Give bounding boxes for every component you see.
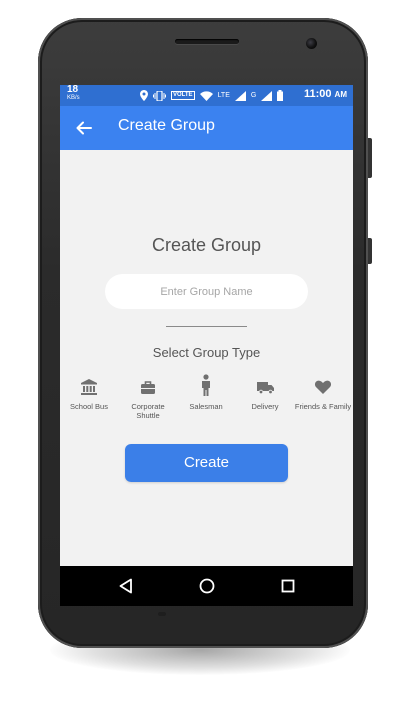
truck-icon	[256, 382, 274, 395]
group-type-label: School Bus	[70, 402, 108, 411]
briefcase-icon	[141, 381, 155, 394]
network-speed-unit: KB/s	[67, 95, 80, 101]
volte-badge: VOLTE	[171, 91, 195, 100]
page-heading: Create Group	[151, 235, 262, 255]
g-label: G	[250, 92, 257, 99]
clock-time: 11:00	[303, 88, 332, 100]
nav-bar	[60, 566, 353, 606]
signal-icon	[234, 90, 246, 101]
clock-ampm: AM	[334, 90, 347, 99]
heart-icon	[314, 380, 332, 394]
group-type-label: Friends & Family	[294, 402, 352, 411]
back-triangle-icon[interactable]	[116, 576, 136, 596]
person-icon	[202, 374, 210, 396]
status-icons: VOLTE LTE G	[140, 89, 284, 102]
signal-icon-2	[261, 90, 273, 101]
group-type-school-bus[interactable]: School Bus	[60, 378, 118, 411]
front-camera	[306, 38, 317, 49]
battery-icon	[277, 90, 284, 101]
vibrate-icon	[153, 90, 166, 101]
group-type-heading: Select Group Type	[152, 345, 261, 360]
app-bar-title: Create Group	[118, 117, 215, 134]
lte-label: LTE	[217, 92, 230, 99]
group-name-input[interactable]	[105, 274, 308, 309]
clock: 11:00 AM	[304, 88, 347, 100]
group-type-delivery[interactable]: Delivery	[236, 378, 294, 411]
earpiece-speaker	[175, 39, 239, 44]
bank-icon	[81, 379, 97, 395]
wifi-icon	[199, 90, 213, 101]
app-bar: Create Group	[60, 106, 353, 150]
recents-square-icon[interactable]	[278, 576, 298, 596]
network-speed-value: 18	[67, 85, 79, 95]
home-circle-icon[interactable]	[197, 576, 217, 596]
back-arrow-icon[interactable]	[74, 118, 94, 138]
power-button	[368, 238, 372, 264]
location-icon	[140, 90, 148, 101]
group-type-label: Delivery	[251, 402, 279, 411]
network-speed: 18 KB/s	[67, 85, 80, 102]
group-type-label: Salesman	[189, 402, 223, 411]
divider	[166, 326, 247, 327]
group-type-label: Corporate Shuttle	[131, 402, 165, 420]
group-type-salesman[interactable]: Salesman	[177, 374, 235, 411]
group-type-corporate-shuttle[interactable]: Corporate Shuttle	[119, 378, 177, 420]
status-bar: 18 KB/s VOLTE LTE G 11:00 AM	[60, 85, 353, 106]
screen: 18 KB/s VOLTE LTE G 11:00 AM Create Grou…	[60, 85, 353, 606]
group-type-list: School Bus Corporate Shuttle Salesman De…	[60, 374, 353, 428]
volume-button	[368, 138, 372, 178]
bottom-sensor	[158, 612, 166, 616]
group-type-friends-family[interactable]: Friends & Family	[294, 378, 352, 411]
create-button[interactable]: Create	[125, 444, 288, 482]
